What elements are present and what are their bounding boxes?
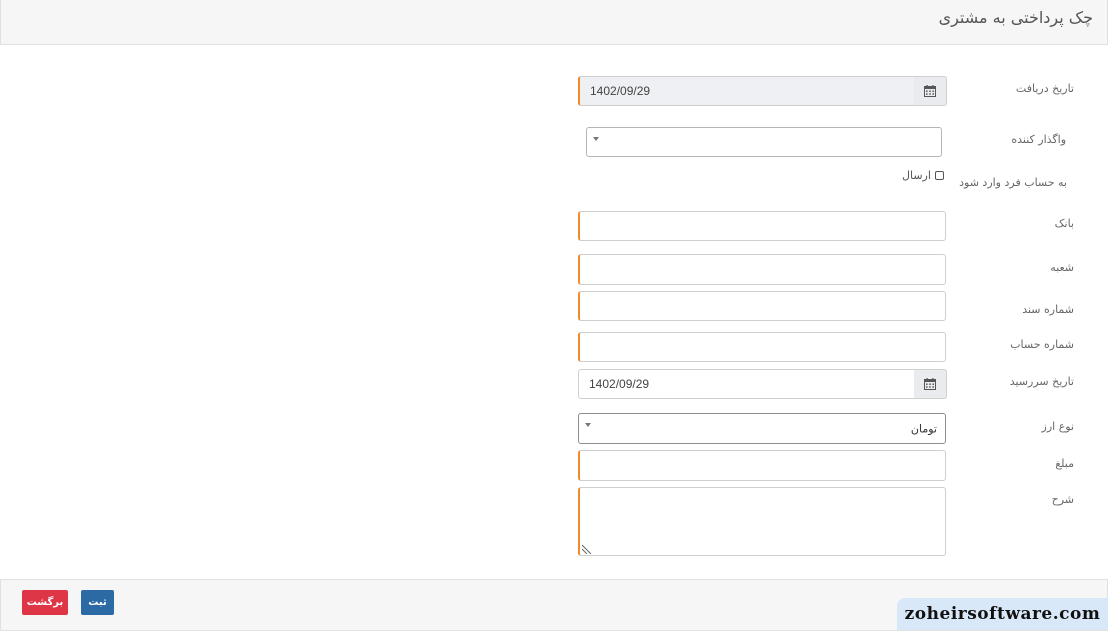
- currency-type-value: تومان: [910, 422, 937, 435]
- description-label: شرح: [1051, 493, 1074, 506]
- receive-date-calendar-button[interactable]: [914, 76, 947, 106]
- due-date-label: تاریخ سررسید: [1009, 375, 1074, 388]
- page-title: چک پرداختی به مشتری: [938, 8, 1093, 27]
- due-date-field[interactable]: 1402/09/29: [578, 369, 915, 399]
- account-number-label: شماره حساب: [1010, 338, 1074, 351]
- send-checkbox-label: ارسال: [902, 169, 931, 182]
- amount-input[interactable]: [578, 450, 946, 481]
- bank-label: بانک: [1054, 217, 1074, 230]
- receive-date-label: تاریخ دریافت: [1015, 82, 1074, 95]
- save-button[interactable]: ثبت: [81, 590, 114, 615]
- back-button[interactable]: برگشت: [22, 590, 68, 615]
- document-number-label: شماره سند: [1022, 303, 1074, 316]
- calendar-icon: [924, 85, 936, 97]
- currency-type-label: نوع ارز: [1041, 420, 1074, 433]
- watermark: zoheirsoftware.com: [897, 598, 1108, 630]
- assignor-select[interactable]: [586, 127, 942, 157]
- resize-handle-icon[interactable]: [582, 544, 592, 554]
- chevron-down-icon: [593, 137, 599, 141]
- send-checkbox[interactable]: [934, 171, 944, 180]
- amount-label: مبلغ: [1055, 457, 1074, 470]
- send-checkbox-group: ارسال: [902, 169, 944, 182]
- assignor-label: واگذار کننده: [1011, 133, 1066, 146]
- page-header: چک پرداختی به مشتری: [0, 0, 1108, 45]
- chevron-down-icon: [585, 423, 591, 427]
- due-date-calendar-button[interactable]: [914, 369, 947, 399]
- document-number-input[interactable]: [578, 291, 946, 321]
- receive-date-field[interactable]: 1402/09/29: [578, 76, 915, 106]
- branch-input[interactable]: [578, 254, 946, 285]
- due-date-value: 1402/09/29: [589, 377, 650, 391]
- bank-input[interactable]: [578, 211, 946, 241]
- description-textarea[interactable]: [578, 487, 946, 556]
- calendar-icon: [924, 378, 936, 390]
- currency-type-select[interactable]: تومان: [578, 413, 946, 444]
- receive-date-value: 1402/09/29: [590, 84, 651, 98]
- branch-label: شعبه: [1050, 261, 1074, 274]
- to-account-label: به حساب فرد وارد شود: [959, 176, 1067, 189]
- account-number-input[interactable]: [578, 332, 946, 362]
